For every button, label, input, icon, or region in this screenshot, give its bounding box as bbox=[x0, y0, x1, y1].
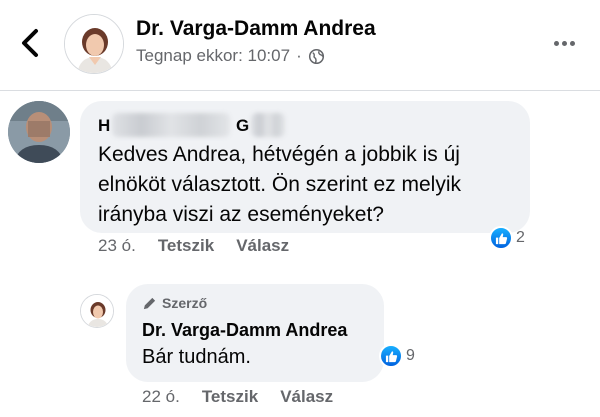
divider bbox=[0, 90, 600, 91]
author-badge: Szerző bbox=[142, 295, 207, 311]
more-dot bbox=[562, 40, 567, 46]
like-reaction-icon bbox=[489, 226, 513, 250]
post-header: Dr. Varga-Damm Andrea Tegnap ekkor: 10:0… bbox=[0, 0, 600, 90]
comment-actions: 23 ó. Tetszik Válasz bbox=[98, 236, 289, 256]
post-timestamp[interactable]: Tegnap ekkor: 10:07 bbox=[136, 46, 290, 66]
more-options-button[interactable] bbox=[554, 34, 580, 52]
reply-actions: 22 ó. Tetszik Válasz bbox=[142, 387, 333, 407]
page-title[interactable]: Dr. Varga-Damm Andrea bbox=[136, 17, 376, 41]
avatar[interactable] bbox=[64, 14, 124, 74]
more-dots-icon bbox=[554, 40, 559, 46]
reply-time[interactable]: 22 ó. bbox=[142, 387, 180, 407]
redacted-name-block bbox=[112, 113, 230, 137]
reaction-summary[interactable]: 2 bbox=[489, 226, 525, 250]
profile-photo-icon bbox=[81, 295, 113, 327]
reply-reaction-summary[interactable]: 9 bbox=[379, 344, 415, 368]
reaction-count: 2 bbox=[516, 229, 525, 246]
commenter-name[interactable]: H bbox=[98, 116, 110, 136]
pencil-icon bbox=[143, 297, 156, 309]
reply-reply-button[interactable]: Válasz bbox=[280, 387, 333, 407]
like-reaction-icon bbox=[379, 344, 403, 368]
author-badge-label: Szerző bbox=[162, 295, 208, 311]
comment-text: Kedves Andrea, hétvégén a jobbik is új e… bbox=[98, 143, 461, 226]
back-button[interactable] bbox=[16, 26, 46, 60]
commenter-initial-first: H bbox=[98, 116, 111, 135]
reply-button[interactable]: Válasz bbox=[236, 236, 289, 256]
globe-icon bbox=[308, 48, 324, 64]
blurred-photo-icon bbox=[8, 101, 70, 163]
reply-avatar[interactable] bbox=[80, 294, 114, 328]
commenter-avatar[interactable] bbox=[8, 101, 70, 163]
profile-photo-icon bbox=[65, 15, 123, 73]
comment-time[interactable]: 23 ó. bbox=[98, 236, 136, 256]
reply-like-button[interactable]: Tetszik bbox=[202, 387, 258, 407]
meta-separator: · bbox=[296, 46, 302, 65]
reply-text: Bár tudnám. bbox=[142, 346, 251, 368]
commenter-name-second[interactable]: G bbox=[236, 116, 249, 136]
post-meta: Tegnap ekkor: 10:07 · bbox=[136, 46, 325, 66]
redacted-name-block bbox=[251, 113, 285, 137]
like-button[interactable]: Tetszik bbox=[158, 236, 214, 256]
chevron-left-icon bbox=[22, 29, 38, 57]
reply-reaction-count: 9 bbox=[406, 347, 415, 364]
more-dot bbox=[570, 40, 575, 46]
commenter-initial-second: G bbox=[236, 116, 250, 135]
reply-author-name[interactable]: Dr. Varga-Damm Andrea bbox=[142, 320, 347, 341]
